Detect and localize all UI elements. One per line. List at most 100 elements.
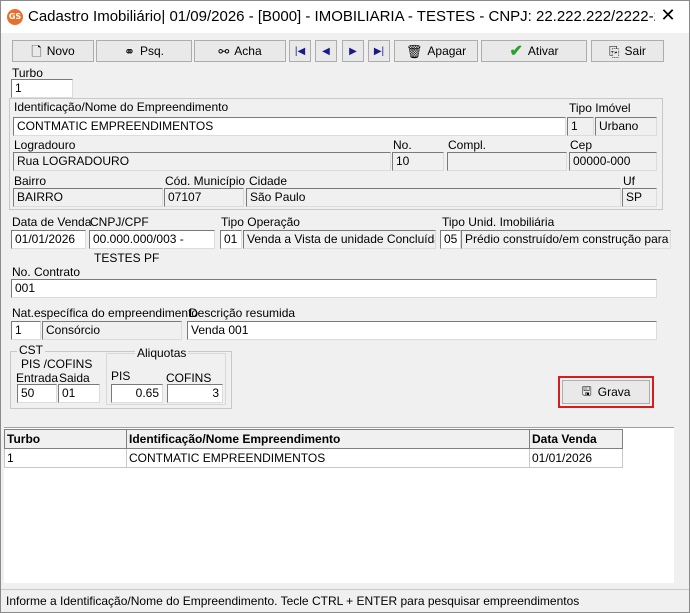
new-document-icon: 🗋 [31,43,42,59]
ativar-button[interactable]: ✔ Ativar [481,40,587,62]
cep-label: Cep [570,138,593,152]
exit-icon: ⎘ [609,43,620,59]
apagar-label: Apagar [427,44,467,58]
sair-label: Sair [624,44,646,58]
last-record-icon: ▶| [373,45,385,57]
binoculars-icon: ⚭ [124,43,135,59]
pesquisa-button[interactable]: ⚭ Psq. [96,40,192,62]
tipo-imovel-desc-field: Urbano [595,117,657,136]
pis-aliquota-field[interactable]: 0.65 [111,384,163,403]
trash-icon: 🗑 [405,43,423,59]
nat-especifica-desc-field: Consórcio [42,321,182,340]
acha-button[interactable]: ⚯ Acha [194,40,286,62]
cnpj-cpf-label: CNPJ/CPF [90,215,149,229]
check-icon: ✔ [509,42,523,60]
find-icon: ⚯ [218,43,230,59]
novo-label: Novo [46,44,75,58]
acha-label: Acha [234,44,262,58]
logradouro-label: Logradouro [14,138,76,152]
cadastro-imobiliario-window: GS Cadastro Imobiliário| 01/09/2026 - [B… [0,0,690,613]
table-cell-identificacao: CONTMATIC EMPREENDIMENTOS [126,448,530,468]
tipo-operacao-label: Tipo Operação [221,215,300,229]
cst-saida-label: Saida [59,371,90,385]
tipo-unid-desc-field: Prédio construído/em construção para ven… [461,230,671,249]
empreendimentos-table: Turbo Identificação/Nome Empreendimento … [4,429,623,468]
last-record-button[interactable]: ▶| [368,40,390,62]
previous-record-icon: ◀ [322,45,330,57]
novo-button[interactable]: 🗋 Novo [12,40,94,62]
cst-entrada-field[interactable]: 50 [17,384,57,403]
cst-entrada-label: Entrada [16,371,59,385]
cidade-label: Cidade [249,174,288,188]
logradouro-field[interactable]: Rua LOGRADOURO [13,152,391,171]
nat-especifica-code-field[interactable]: 1 [11,321,41,340]
data-venda-field[interactable]: 01/01/2026 [11,230,86,249]
first-record-icon: |◀ [294,45,306,57]
complemento-field[interactable] [447,152,567,171]
pis-label: PIS [111,369,131,383]
bairro-field[interactable]: BAIRRO [13,188,163,207]
tipo-imovel-label: Tipo Imóvel [569,101,631,115]
aliquotas-group-title: Aliquotas [135,346,189,360]
title-bar: GS Cadastro Imobiliário| 01/09/2026 - [B… [1,1,689,33]
toolbar: 🗋 Novo ⚭ Psq. ⚯ Acha |◀ ◀ ▶ ▶| 🗑 Apagar … [4,37,666,65]
cod-municipio-label: Cód. Município [165,174,246,188]
identificacao-field[interactable]: CONTMATIC EMPREENDIMENTOS [13,117,566,136]
tipo-operacao-desc-field: Venda a Vista de unidade Concluída [243,230,436,249]
table-cell-turbo: 1 [4,448,127,468]
identificacao-label: Identificação/Nome do Empreendimento [14,100,229,114]
no-contrato-label: No. Contrato [12,265,81,279]
numero-field[interactable]: 10 [392,152,444,171]
column-header-turbo[interactable]: Turbo [4,429,127,449]
tipo-imovel-code-field[interactable]: 1 [567,117,594,136]
turbo-label: Turbo [12,66,43,80]
empreendimentos-grid: Turbo Identificação/Nome Empreendimento … [4,427,674,583]
uf-field[interactable]: SP [622,188,657,207]
no-contrato-field[interactable]: 001 [11,279,657,298]
pesquisa-label: Psq. [139,44,164,58]
cnpj-cpf-name: TESTES PF [94,251,160,265]
uf-label: Uf [623,174,635,188]
grava-highlight: 🖫 Grava [558,376,654,408]
cidade-field[interactable]: São Paulo [246,188,621,207]
save-icon: 🖫 [581,383,592,398]
cep-field[interactable]: 00000-000 [569,152,657,171]
ativar-label: Ativar [527,44,559,58]
table-header-row: Turbo Identificação/Nome Empreendimento … [4,429,623,449]
cofins-label: COFINS [166,371,212,385]
cnpj-cpf-field[interactable]: 00.000.000/003 - [89,230,215,249]
table-row[interactable]: 1 CONTMATIC EMPREENDIMENTOS 01/01/2026 [4,448,623,468]
tipo-unid-label: Tipo Unid. Imobiliária [442,215,555,229]
column-header-data-venda[interactable]: Data Venda [529,429,623,449]
nat-especifica-label: Nat.específica do empreendimento [12,306,199,320]
grid-scrollbar[interactable] [674,427,688,582]
next-record-button[interactable]: ▶ [342,40,364,62]
apagar-button[interactable]: 🗑 Apagar [394,40,478,62]
sair-button[interactable]: ⎘ Sair [591,40,664,62]
data-venda-label: Data de Venda [12,215,92,229]
first-record-button[interactable]: |◀ [289,40,311,62]
window-title: Cadastro Imobiliário| 01/09/2026 - [B000… [28,8,671,25]
turbo-field[interactable]: 1 [11,79,73,98]
cst-saida-field[interactable]: 01 [58,384,100,403]
cofins-aliquota-field[interactable]: 3 [167,384,223,403]
column-header-identificacao[interactable]: Identificação/Nome Empreendimento [126,429,530,449]
tipo-unid-code-field[interactable]: 05 [440,230,461,249]
tipo-operacao-code-field[interactable]: 01 [220,230,242,249]
previous-record-button[interactable]: ◀ [315,40,337,62]
app-logo-icon: GS [7,9,23,25]
cst-group-title: CST [17,343,45,357]
bairro-label: Bairro [14,174,47,188]
cod-municipio-field[interactable]: 07107 [164,188,244,207]
numero-label: No. [393,138,412,152]
next-record-icon: ▶ [349,45,357,57]
grava-button[interactable]: 🖫 Grava [562,380,650,404]
grava-label: Grava [597,385,631,399]
descricao-field[interactable]: Venda 001 [187,321,657,340]
descricao-label: Descrição resumida [189,306,296,320]
status-bar: Informe a Identificação/Nome do Empreend… [1,589,689,611]
complemento-label: Compl. [448,138,487,152]
close-window-button[interactable]: ✕ [655,5,681,27]
table-cell-data-venda: 01/01/2026 [529,448,623,468]
pis-cofins-label: PIS /COFINS [21,357,93,371]
